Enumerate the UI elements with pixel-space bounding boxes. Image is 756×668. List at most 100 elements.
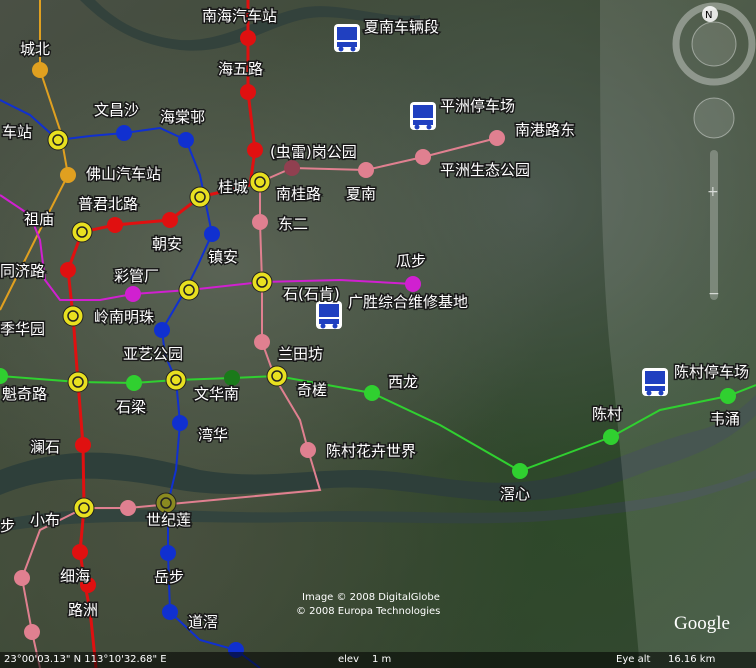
- station-dot: [240, 84, 256, 100]
- station-label: 海棠邨: [160, 108, 205, 126]
- station-label: 道滘: [188, 613, 218, 631]
- station-dot: [247, 142, 263, 158]
- station-label: 镇安: [208, 248, 238, 266]
- station-label: 夏南: [346, 185, 376, 203]
- station-label: 岭南明珠: [94, 308, 154, 326]
- bus-depot-icon: [316, 301, 342, 329]
- station-dot: [116, 125, 132, 141]
- station-label: 文华南: [194, 385, 239, 403]
- interchange-icon: [71, 221, 93, 243]
- station-dot: [224, 370, 240, 386]
- station-label: 岳步: [154, 568, 184, 586]
- station-label: 陈村: [592, 405, 622, 423]
- station-label: 海五路: [218, 60, 263, 78]
- station-label: 奇槎: [297, 381, 327, 399]
- imagery-credit: Image © 2008 DigitalGlobe © 2008 Europa …: [296, 592, 440, 617]
- station-label: 城北: [20, 40, 50, 58]
- interchange-icon: [249, 171, 271, 193]
- station-dot: [72, 544, 88, 560]
- station-dot: [300, 442, 316, 458]
- station-label: 广胜综合维修基地: [348, 293, 468, 311]
- station-label: 西龙: [388, 373, 418, 391]
- eye-alt-label: Eye alt: [616, 654, 651, 665]
- interchange-icon: [178, 279, 200, 301]
- interchange-icon: [73, 497, 95, 519]
- station-label: 步: [0, 517, 15, 535]
- station-label: 车站: [2, 123, 32, 141]
- station-dot: [240, 30, 256, 46]
- station-label: 滘心: [500, 485, 530, 503]
- interchange-icon: [266, 365, 288, 387]
- zoom-slider-track: [710, 150, 718, 300]
- map-overlay: 南海汽车站 夏南车辆段 城北 海五路 文昌沙 海棠邨 平洲停车场 南港路东 车站…: [0, 0, 756, 668]
- station-dot: [14, 570, 30, 586]
- station-dot: [254, 334, 270, 350]
- station-dot: [162, 212, 178, 228]
- station-dot: [160, 545, 176, 561]
- station-label: 彩管厂: [114, 267, 159, 285]
- station-label: 石(石肯): [283, 285, 340, 303]
- bus-depot-icon: [334, 24, 360, 52]
- interchange-icon: [47, 129, 69, 151]
- station-dot: [32, 62, 48, 78]
- eye-alt-value: 16.16 km: [668, 654, 716, 665]
- station-dot: [512, 463, 528, 479]
- station-label: 南桂路: [276, 185, 321, 203]
- coordinates-readout: 23°00'03.13" N 113°10'32.68" E: [4, 654, 167, 665]
- zoom-in-icon: +: [707, 184, 719, 200]
- station-label: 文昌沙: [94, 101, 139, 119]
- station-dot: [126, 375, 142, 391]
- zoom-out-icon: −: [708, 286, 720, 302]
- google-logo: Google: [674, 613, 730, 634]
- station-label: 季华园: [0, 320, 45, 338]
- interchange-icon: [251, 271, 273, 293]
- station-label: 南海汽车站: [202, 7, 277, 25]
- move-joystick: [693, 97, 735, 139]
- look-joystick: [691, 21, 737, 67]
- station-label: 路洲: [68, 601, 98, 619]
- station-label: 佛山汽车站: [86, 165, 161, 183]
- station-dot: [75, 437, 91, 453]
- station-label: 细海: [60, 567, 90, 585]
- station-dot: [415, 149, 431, 165]
- station-label: 石梁: [116, 398, 146, 416]
- station-dot: [125, 286, 141, 302]
- map-view[interactable]: 南海汽车站 夏南车辆段 城北 海五路 文昌沙 海棠邨 平洲停车场 南港路东 车站…: [0, 0, 756, 668]
- station-label: 平洲停车场: [440, 97, 515, 115]
- navigation-control[interactable]: N + −: [672, 0, 756, 320]
- station-label: 韦涌: [710, 410, 740, 428]
- station-dot: [162, 604, 178, 620]
- interchange-icon: [67, 371, 89, 393]
- station-label: 祖庙: [24, 210, 54, 228]
- station-label: 澜石: [30, 438, 60, 456]
- station-dot: [178, 132, 194, 148]
- interchange-icon: [189, 186, 211, 208]
- elevation-value: 1 m: [372, 654, 392, 665]
- bus-depot-icon: [642, 368, 668, 396]
- station-label: 桂城: [218, 178, 248, 196]
- station-label: 朝安: [152, 235, 182, 253]
- elevation-label: elev: [338, 654, 360, 665]
- station-dot: [0, 368, 8, 384]
- station-dot: [603, 429, 619, 445]
- station-dot: [364, 385, 380, 401]
- compass-north-label: N: [705, 10, 712, 21]
- station-label: 世纪莲: [146, 511, 191, 529]
- interchange-icon: [155, 492, 177, 514]
- station-dot: [24, 624, 40, 640]
- station-label: 普君北路: [78, 195, 138, 213]
- credit-line-2: © 2008 Europa Technologies: [296, 606, 440, 617]
- nav-control-graphic: N + −: [672, 2, 756, 302]
- station-dot: [720, 388, 736, 404]
- station-dot: [489, 130, 505, 146]
- interchange-icon: [62, 305, 84, 327]
- station-dot: [107, 217, 123, 233]
- station-label: 湾华: [198, 426, 228, 444]
- station-dot: [284, 160, 300, 176]
- station-label: 同济路: [0, 262, 45, 280]
- station-dot: [120, 500, 136, 516]
- station-label: 陈村停车场: [674, 363, 749, 381]
- station-dot: [60, 262, 76, 278]
- station-dot: [172, 415, 188, 431]
- interchange-icon: [165, 369, 187, 391]
